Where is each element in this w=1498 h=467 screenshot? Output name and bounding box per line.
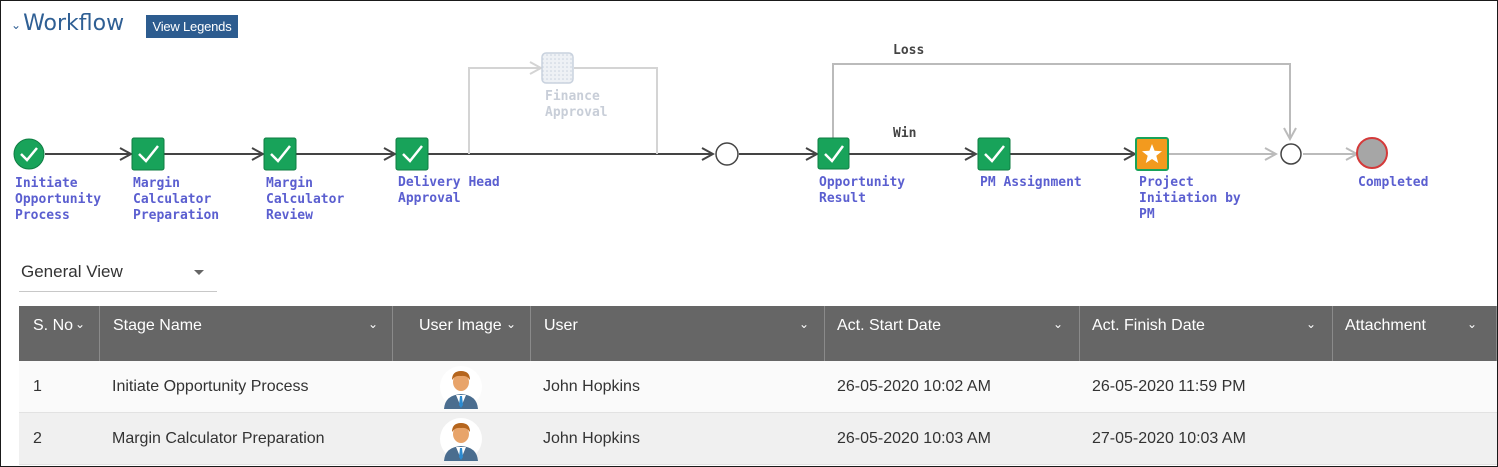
node-label-completed[interactable]: Completed	[1358, 175, 1428, 191]
node-label-margin-review[interactable]: Margin Calculator Review	[266, 176, 344, 224]
task-check-icon[interactable]	[131, 137, 165, 171]
cell-sno: 2	[33, 429, 42, 447]
cell-stage-name: Initiate Opportunity Process	[112, 377, 309, 395]
workflow-diagram	[13, 52, 1388, 171]
table-row[interactable]: 2 Margin Calculator Preparation John Hop…	[19, 413, 1497, 465]
node-label-initiate[interactable]: Initiate Opportunity Process	[15, 176, 101, 224]
edge-label-loss: Loss	[893, 43, 925, 58]
table-header: S. No ⌄ Stage Name ⌄ User Image ⌄ User ⌄…	[19, 306, 1497, 361]
user-avatar	[440, 366, 482, 409]
column-header-finish-date[interactable]: Act. Finish Date ⌄	[1080, 306, 1333, 361]
cell-finish-date: 27-05-2020 10:03 AM	[1092, 429, 1246, 447]
stages-table: S. No ⌄ Stage Name ⌄ User Image ⌄ User ⌄…	[19, 306, 1497, 465]
node-label-finance[interactable]: Finance Approval	[545, 89, 608, 121]
node-label-opportunity-result[interactable]: Opportunity Result	[819, 175, 905, 207]
gateway-node[interactable]	[715, 142, 739, 166]
table-row[interactable]: 1 Initiate Opportunity Process John Hopk…	[19, 361, 1497, 413]
edge-label-win: Win	[893, 126, 917, 141]
in-progress-star-icon[interactable]	[1135, 137, 1169, 171]
chevron-down-icon[interactable]: ⌄	[1467, 317, 1477, 331]
chevron-down-icon[interactable]: ⌄	[368, 317, 378, 331]
workflow-panel: ⌄ Workflow View Legends Loss Win Initiat…	[0, 0, 1498, 467]
node-label-pm-assignment[interactable]: PM Assignment	[980, 175, 1082, 191]
column-header-start-date[interactable]: Act. Start Date ⌄	[825, 306, 1080, 361]
column-header-sno[interactable]: S. No ⌄	[19, 306, 100, 361]
column-header-user-image[interactable]: User Image ⌄	[393, 306, 531, 361]
view-select-value: General View	[21, 262, 123, 281]
cell-stage-name: Margin Calculator Preparation	[112, 429, 325, 447]
chevron-down-icon[interactable]: ⌄	[1306, 317, 1316, 331]
node-start-check-icon[interactable]	[13, 138, 45, 170]
finance-approval-node[interactable]	[541, 52, 574, 84]
column-header-attachment[interactable]: Attachment ⌄	[1333, 306, 1497, 361]
task-check-icon[interactable]	[817, 137, 850, 170]
cell-user: John Hopkins	[543, 429, 640, 447]
edge-finance-in	[468, 68, 541, 154]
task-check-icon[interactable]	[977, 137, 1011, 171]
column-header-stage-name[interactable]: Stage Name ⌄	[100, 306, 393, 361]
chevron-down-icon[interactable]: ⌄	[506, 317, 516, 331]
caret-down-icon	[194, 270, 204, 275]
user-avatar	[440, 418, 482, 461]
node-label-project-initiation[interactable]: Project Initiation by PM	[1139, 175, 1241, 223]
cell-start-date: 26-05-2020 10:02 AM	[837, 377, 991, 395]
column-header-user[interactable]: User ⌄	[531, 306, 825, 361]
task-check-icon[interactable]	[263, 137, 297, 171]
cell-start-date: 26-05-2020 10:03 AM	[837, 429, 991, 447]
chevron-down-icon[interactable]: ⌄	[75, 317, 85, 331]
cell-user: John Hopkins	[543, 377, 640, 395]
chevron-down-icon[interactable]: ⌄	[1053, 317, 1063, 331]
chevron-down-icon[interactable]: ⌄	[799, 317, 809, 331]
cell-sno: 1	[33, 377, 42, 395]
task-check-icon[interactable]	[395, 137, 429, 171]
gateway-node[interactable]	[1280, 143, 1302, 165]
view-select[interactable]: General View	[19, 257, 217, 292]
end-node[interactable]	[1356, 137, 1388, 169]
node-label-margin-prep[interactable]: Margin Calculator Preparation	[133, 176, 219, 224]
cell-finish-date: 26-05-2020 11:59 PM	[1092, 377, 1246, 395]
node-label-delivery-head[interactable]: Delivery Head Approval	[398, 175, 500, 207]
